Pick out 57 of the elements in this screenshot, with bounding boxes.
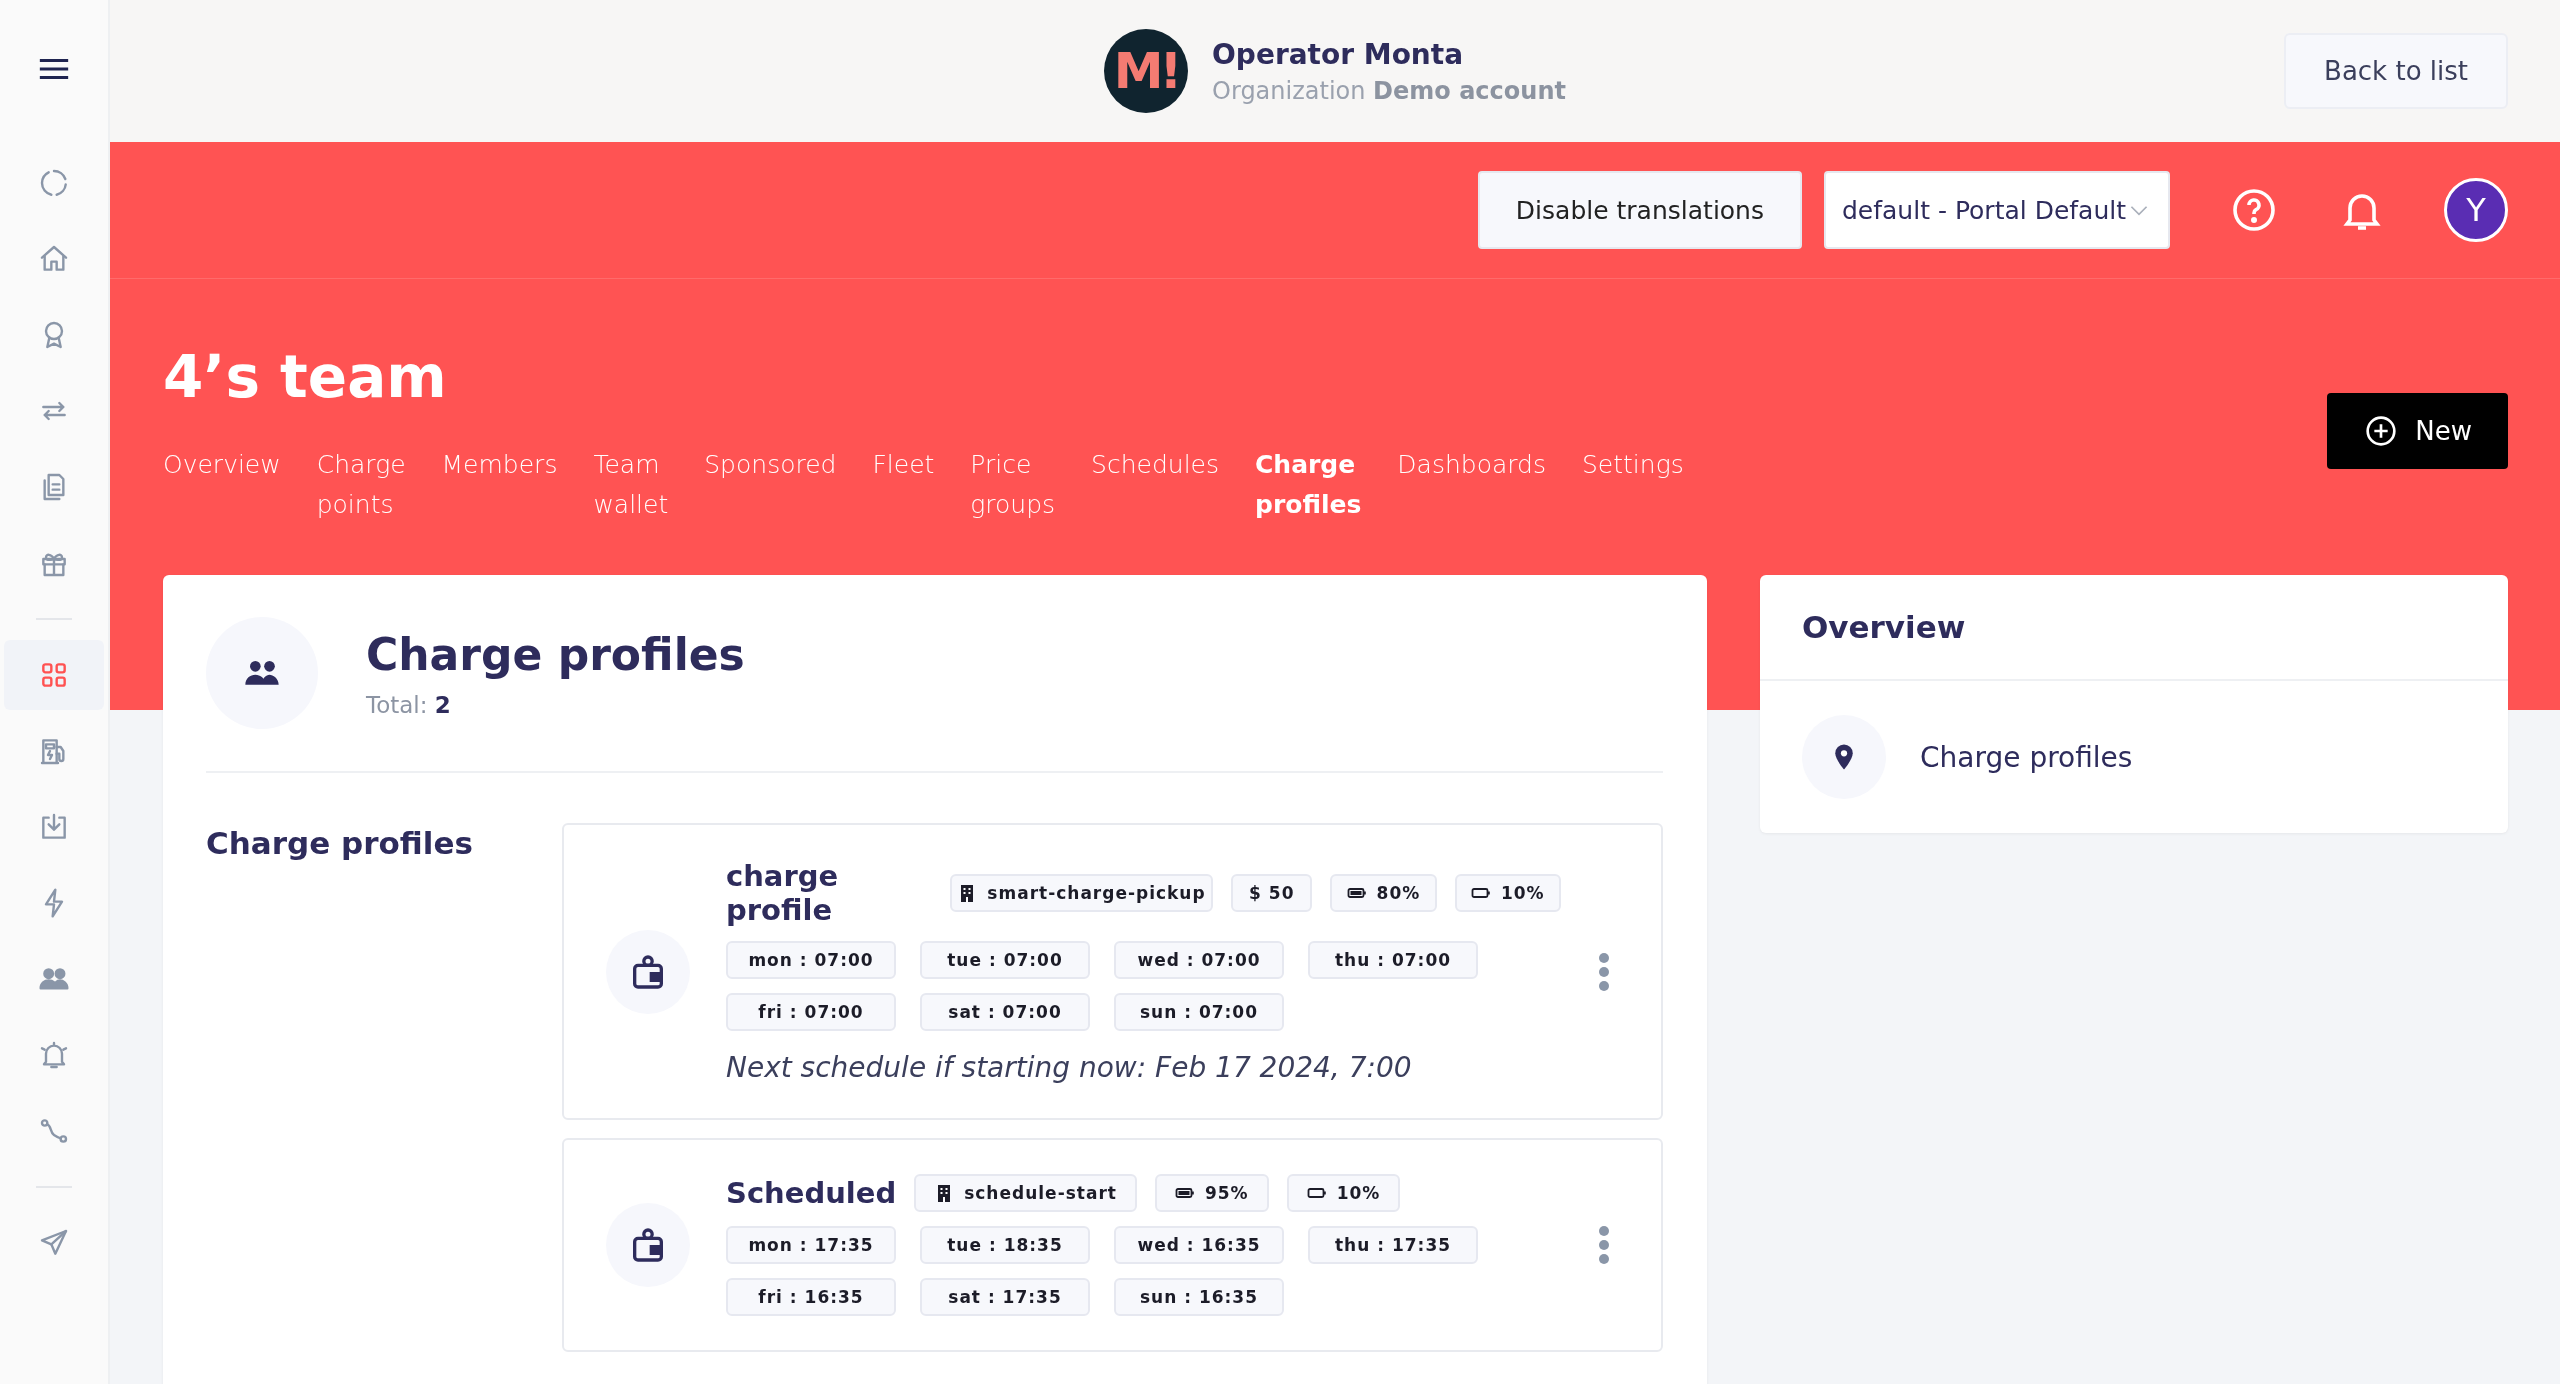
schedule-chip: sat : 17:35 bbox=[920, 1278, 1090, 1316]
tag: schedule-start bbox=[914, 1174, 1137, 1212]
loading-circle-icon bbox=[38, 167, 70, 199]
disable-translations-button[interactable]: Disable translations bbox=[1477, 171, 1802, 249]
tag: 10% bbox=[1454, 874, 1561, 912]
schedule-chip: mon : 07:00 bbox=[726, 941, 896, 979]
schedule-chip: fri : 16:35 bbox=[726, 1278, 896, 1316]
schedule-chip: mon : 17:35 bbox=[726, 1226, 896, 1264]
schedule-chip: wed : 07:00 bbox=[1114, 941, 1284, 979]
more-options-icon[interactable] bbox=[1597, 951, 1611, 992]
logo: M! bbox=[1104, 29, 1189, 113]
profile-name: Scheduled bbox=[726, 1176, 897, 1210]
tab[interactable]: Price groups bbox=[970, 445, 1056, 525]
plus-circle-icon bbox=[2365, 415, 2398, 447]
tag: 80% bbox=[1330, 874, 1437, 912]
operator-name: Operator Monta bbox=[1212, 37, 1465, 71]
more-options-icon[interactable] bbox=[1597, 1225, 1611, 1265]
schedule-chip: sat : 07:00 bbox=[920, 993, 1090, 1031]
total-count: 2 bbox=[434, 691, 451, 718]
tag: $ 50 bbox=[1231, 874, 1313, 912]
new-button[interactable]: New bbox=[2327, 393, 2508, 469]
bell-icon bbox=[38, 1039, 70, 1071]
tab[interactable]: Sponsored bbox=[704, 445, 837, 485]
tab[interactable]: Team wallet bbox=[593, 445, 669, 525]
section-label: Charge profiles bbox=[206, 825, 474, 863]
tab[interactable]: Settings bbox=[1582, 445, 1684, 485]
schedule-chip: sun : 07:00 bbox=[1114, 993, 1284, 1031]
total-label: Total: bbox=[366, 691, 428, 718]
language-select[interactable]: default - Portal Default bbox=[1824, 171, 2170, 249]
overview-title: Overview bbox=[1760, 575, 2508, 681]
schedule-chip: tue : 18:35 bbox=[920, 1226, 1090, 1264]
tag: 10% bbox=[1286, 1174, 1401, 1212]
help-button[interactable] bbox=[2230, 186, 2278, 234]
schedule-chip: sun : 16:35 bbox=[1114, 1278, 1284, 1316]
schedule-chip: tue : 07:00 bbox=[920, 941, 1090, 979]
tab[interactable]: Overview bbox=[163, 445, 281, 485]
organization-name: Organization Demo account bbox=[1212, 76, 1566, 105]
tab[interactable]: Charge profiles bbox=[1255, 445, 1362, 525]
tab[interactable]: Fleet bbox=[872, 445, 935, 485]
schedule-chip: wed : 16:35 bbox=[1114, 1226, 1284, 1264]
card-title: Charge profiles bbox=[366, 628, 745, 680]
next-schedule-text: Next schedule if starting now: Feb 17 2024, 7:00 bbox=[726, 1051, 1413, 1084]
team-title: 4’s team bbox=[163, 343, 448, 411]
tab[interactable]: Charge points bbox=[316, 445, 406, 525]
schedule-chip: fri : 07:00 bbox=[726, 993, 896, 1031]
back-to-list-button[interactable]: Back to list bbox=[2284, 33, 2508, 109]
sidebar-item[interactable] bbox=[4, 640, 104, 710]
profile-name: charge profile bbox=[726, 859, 840, 927]
tab[interactable]: Members bbox=[441, 445, 558, 485]
tag: smart-charge-pickup bbox=[949, 874, 1214, 912]
tab[interactable]: Dashboards bbox=[1397, 445, 1546, 485]
user-avatar[interactable]: Y bbox=[2444, 178, 2508, 242]
tab[interactable]: Schedules bbox=[1091, 445, 1219, 485]
schedule-chip: thu : 07:00 bbox=[1308, 941, 1478, 979]
overview-link[interactable]: Charge profiles bbox=[1920, 740, 2133, 774]
tag: 95% bbox=[1154, 1174, 1269, 1212]
schedule-chip: thu : 17:35 bbox=[1308, 1226, 1478, 1264]
